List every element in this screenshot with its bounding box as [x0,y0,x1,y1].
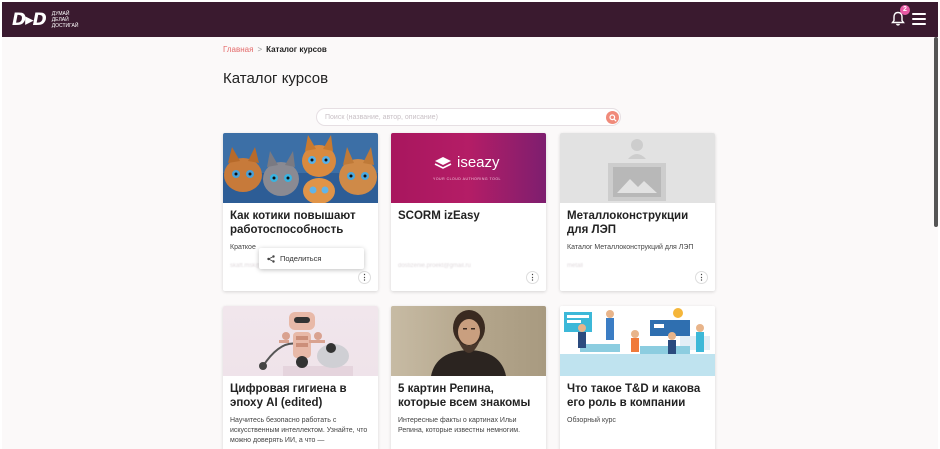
share-label: Поделиться [280,254,322,263]
course-image-team [560,306,715,376]
course-image-kittens [223,133,378,203]
course-card[interactable]: Что такое T&D и какова его роль в компан… [560,306,715,449]
course-image-portrait [391,306,546,376]
more-options-button[interactable]: ⋮ [526,271,539,284]
course-title[interactable]: SCORM izEasy [391,203,546,223]
course-card[interactable]: Цифровая гигиена в эпоху AI (edited) Нау… [223,306,378,449]
top-bar: D▸D Думай Делай Достигай 2 [2,2,938,37]
page-title: Каталог курсов [223,70,329,87]
course-description: Научитесь безопасно работать с искусстве… [230,417,368,444]
course-image-placeholder [560,133,715,203]
logo-tagline: Думай Делай Достигай [52,11,79,29]
course-card[interactable]: 5 картин Репина, которые всем знакомы Ин… [391,306,546,449]
course-description [391,223,546,229]
scrollbar[interactable] [934,37,938,227]
course-image-iseazy: iseazy YOUR CLOUD AUTHORING TOOL [391,133,546,203]
logo[interactable]: D▸D Думай Делай Достигай [12,11,78,29]
course-title[interactable]: Что такое T&D и какова его роль в компан… [560,376,715,410]
course-title[interactable]: Цифровая гигиена в эпоху AI (edited) [223,376,378,410]
course-author: metall [567,263,584,269]
hamburger-menu-icon[interactable] [912,13,926,25]
breadcrumb-home-link[interactable]: Главная [223,45,253,54]
notification-badge: 2 [900,5,910,15]
logo-tagline-line: Достигай [51,23,79,29]
logo-mark: D▸D [12,9,47,30]
course-title[interactable]: 5 картин Репина, которые всем знакомы [391,376,546,410]
course-description: Обзорный курс [567,417,616,424]
breadcrumb-current: Каталог курсов [266,45,327,54]
course-title[interactable]: Как котики повышают работоспособность [223,203,378,237]
share-menu-item[interactable]: Поделиться [259,248,364,269]
iseazy-brand-text: iseazy [457,154,500,171]
iseazy-subtitle: YOUR CLOUD AUTHORING TOOL [433,177,501,181]
search-input[interactable] [325,112,595,123]
course-description: Интересные факты о картинах Ильи Репина,… [398,417,521,434]
search-box [316,108,621,126]
breadcrumb: Главная > Каталог курсов [223,45,327,54]
more-options-button[interactable]: ⋮ [358,271,371,284]
course-author: dostizenie.proekt@gmail.ru [398,263,471,269]
course-image-robot [223,306,378,376]
course-description: Каталог Металлоконструкций для ЛЭП [567,244,694,251]
search-icon [608,113,617,122]
share-icon [267,254,275,263]
course-card[interactable]: Металлоконструкции для ЛЭП Каталог Метал… [560,133,715,291]
search-button[interactable] [606,111,619,124]
course-title[interactable]: Металлоконструкции для ЛЭП [560,203,715,237]
course-card[interactable]: iseazy YOUR CLOUD AUTHORING TOOL SCORM i… [391,133,546,291]
more-options-button[interactable]: ⋮ [695,271,708,284]
breadcrumb-separator: > [257,45,263,54]
app-frame: D▸D Думай Делай Достигай 2 Главная > Кат… [2,2,938,449]
